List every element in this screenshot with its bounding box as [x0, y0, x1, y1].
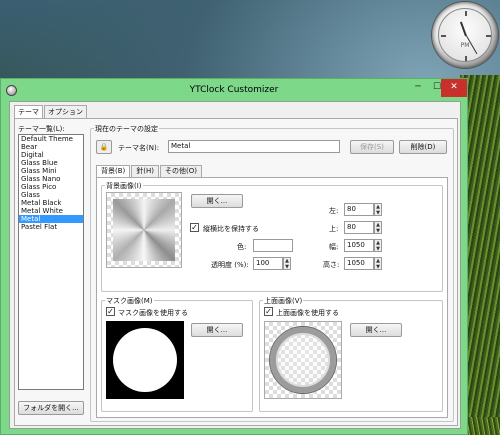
opacity-input[interactable]: 100: [253, 257, 283, 270]
spin-down-icon[interactable]: ▼: [284, 264, 290, 270]
list-item[interactable]: Glass: [19, 191, 83, 199]
list-item[interactable]: Glass Blue: [19, 159, 83, 167]
top-label: 上:: [329, 225, 339, 233]
list-item[interactable]: Default Theme: [19, 135, 83, 143]
theme-tab-panel: テーマ一覧(L): Default Theme Bear Digital Gla…: [14, 118, 458, 426]
use-overlay-checkbox[interactable]: ✓: [264, 307, 273, 316]
window-client-area: テーマ オプション テーマ一覧(L): Default Theme Bear D…: [9, 101, 461, 429]
clock-face: PM: [438, 8, 492, 62]
use-mask-label: マスク画像を使用する: [118, 309, 188, 317]
spin-down-icon[interactable]: ▼: [375, 228, 381, 234]
open-folder-button[interactable]: フォルダを開く...: [18, 401, 84, 415]
opacity-spinner[interactable]: ▲ ▼: [283, 257, 291, 270]
save-button[interactable]: 保存(S): [350, 140, 394, 154]
subtab-background[interactable]: 背景(B): [96, 165, 131, 177]
window-title: YTClock Customizer: [189, 85, 279, 95]
background-image-label: 背景画像(I): [105, 181, 143, 191]
clock-ampm: PM: [460, 42, 470, 49]
subtab-hands[interactable]: 針(H): [131, 165, 159, 177]
keep-aspect-label: 縦横比を保持する: [203, 225, 259, 233]
color-input[interactable]: [253, 239, 293, 252]
metal-texture-image: [113, 199, 175, 261]
top-input[interactable]: 80: [344, 221, 374, 234]
left-label: 左:: [329, 207, 339, 215]
list-item[interactable]: Bear: [19, 143, 83, 151]
spin-down-icon[interactable]: ▼: [375, 246, 381, 252]
keep-aspect-checkbox[interactable]: ✓: [190, 223, 199, 232]
delete-button[interactable]: 削除(D): [399, 140, 447, 154]
theme-list-label: テーマ一覧(L):: [18, 125, 65, 133]
main-tabs: テーマ オプション: [14, 105, 88, 119]
theme-name-input[interactable]: Metal: [168, 140, 340, 153]
spin-down-icon[interactable]: ▼: [375, 210, 381, 216]
overlay-ring-image: [270, 327, 336, 393]
list-item[interactable]: Metal Black: [19, 199, 83, 207]
close-button[interactable]: ✕: [441, 79, 467, 97]
top-spinner[interactable]: ▲ ▼: [374, 221, 382, 234]
mask-image-label: マスク画像(M): [105, 296, 154, 306]
theme-name-label: テーマ名(N):: [118, 144, 160, 152]
title-bar[interactable]: YTClock Customizer ─ ☐ ✕: [1, 79, 467, 101]
subtab-other[interactable]: その他(O): [160, 165, 202, 177]
list-item[interactable]: Metal White: [19, 207, 83, 215]
overlay-image-label: 上面画像(V): [263, 296, 304, 306]
left-spinner[interactable]: ▲ ▼: [374, 203, 382, 216]
overlay-open-button[interactable]: 開く...: [350, 323, 402, 337]
opacity-label: 透明度 (%):: [211, 261, 249, 269]
current-theme-settings-label: 現在のテーマの設定: [94, 124, 159, 134]
clock-hour-hand: [459, 21, 467, 37]
tab-options[interactable]: オプション: [44, 105, 87, 118]
use-mask-checkbox[interactable]: ✓: [106, 307, 115, 316]
height-spinner[interactable]: ▲ ▼: [374, 257, 382, 270]
theme-listbox[interactable]: Default Theme Bear Digital Glass Blue Gl…: [18, 134, 84, 390]
list-item[interactable]: Digital: [19, 151, 83, 159]
use-overlay-label: 上面画像を使用する: [276, 309, 339, 317]
background-image-preview: [106, 192, 182, 268]
spin-down-icon[interactable]: ▼: [375, 264, 381, 270]
width-label: 幅:: [329, 243, 339, 251]
overlay-image-preview: [264, 321, 342, 399]
list-item-selected[interactable]: Metal: [19, 215, 83, 223]
list-item[interactable]: Glass Pico: [19, 183, 83, 191]
theme-lock-button[interactable]: 🔒: [96, 140, 112, 154]
background-open-button[interactable]: 開く...: [191, 194, 243, 208]
list-item[interactable]: Pastel Flat: [19, 223, 83, 231]
tab-theme[interactable]: テーマ: [14, 105, 43, 119]
desktop-clock-widget[interactable]: PM: [432, 2, 498, 68]
settings-subtabs: 背景(B) 針(H) その他(O): [96, 165, 203, 177]
color-label: 色:: [237, 243, 247, 251]
list-item[interactable]: Glass Nano: [19, 175, 83, 183]
width-input[interactable]: 1050: [344, 239, 374, 252]
list-item[interactable]: Glass Mini: [19, 167, 83, 175]
lock-icon: 🔒: [99, 143, 109, 151]
height-label: 高さ:: [323, 261, 340, 269]
mask-circle-image: [113, 328, 177, 392]
left-input[interactable]: 80: [344, 203, 374, 216]
mask-open-button[interactable]: 開く...: [191, 323, 243, 337]
customizer-window: YTClock Customizer ─ ☐ ✕ テーマ オプション テーマ一覧…: [0, 78, 468, 435]
mask-image-preview: [106, 321, 184, 399]
width-spinner[interactable]: ▲ ▼: [374, 239, 382, 252]
height-input[interactable]: 1050: [344, 257, 374, 270]
